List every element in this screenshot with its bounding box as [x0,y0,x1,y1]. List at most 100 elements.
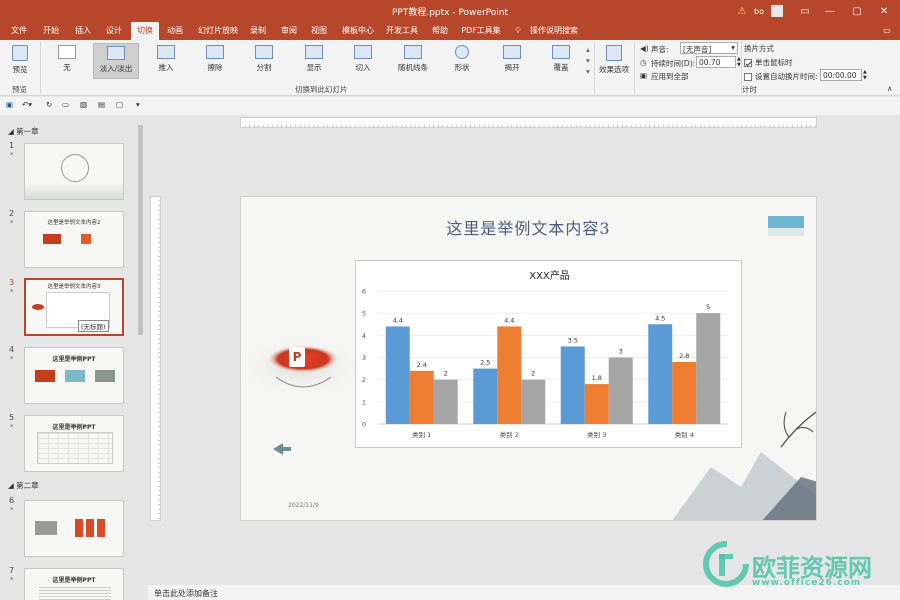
tab-slideshow[interactable]: 幻灯片放映 [196,22,240,40]
watermark-url: www.office26.com [752,578,862,588]
tab-animations[interactable]: 动画 [162,22,188,40]
slide-thumbnail-6[interactable] [24,500,124,557]
back-arrow-icon [273,443,291,455]
transitions-group-label: 切换到此幻灯片 [295,85,348,94]
arrow-left-icon [206,45,224,59]
slide-title[interactable]: 这里是举例文本内容3 [241,215,816,239]
sound-label: 声音: [651,45,669,54]
avatar[interactable] [770,3,784,19]
bar [385,326,410,424]
y-tick-label: 1 [362,398,366,406]
maximize-button[interactable]: ▢ [850,3,864,19]
transition-reveal[interactable]: 显示 [291,43,337,79]
tell-me-search[interactable]: 操作说明搜索 [527,22,581,40]
on-click-checkbox[interactable]: 单击鼠标时 [744,57,793,68]
ribbon-display-icon[interactable]: ▭ [798,3,812,19]
section-chapter-2[interactable]: ◢ 第二章 [8,480,39,491]
slide-number: 2 [9,209,15,218]
close-button[interactable]: ✕ [877,3,891,19]
chart-title: XXX产品 [529,269,570,282]
tab-home[interactable]: 开始 [38,22,64,40]
scrollbar-thumb[interactable] [138,125,143,335]
shape-icon[interactable]: ▢ [116,100,123,109]
slide-thumbnail-5[interactable]: 这里是举例PPT [24,415,124,472]
tab-record[interactable]: 录制 [245,22,271,40]
tab-file[interactable]: 文件 [6,22,32,40]
redo-icon[interactable]: ↻ [46,100,52,109]
present-icon[interactable]: ▭ [62,100,69,109]
slide-thumbnail-4[interactable]: 这里是举例PPT [24,347,124,404]
minimize-button[interactable]: — [823,3,837,19]
tab-design[interactable]: 设计 [101,22,127,40]
notes-placeholder[interactable]: 单击此处添加备注 [154,588,218,599]
after-checkbox[interactable]: 设置自动换片时间: [744,71,818,82]
cut-icon [354,45,372,59]
collapse-icon: ◢ [8,127,17,136]
transition-random-bars[interactable]: 随机线条 [390,43,436,79]
slide-thumbnail-3[interactable]: 这里是举例文本内容3 (无标题) [24,278,124,336]
tab-transitions[interactable]: 切换 [131,22,159,40]
transition-none-icon [58,45,76,59]
after-time-input[interactable]: 00:00.00 [820,69,862,81]
chart-container[interactable]: XXX产品 0 1 2 3 4 5 6 4.4 2.4 2 类别 1 2.5 4.4 2 类别 2 3.5 1.8… [355,260,742,448]
slides-pane: ◢ 第一章 1 * 2 * 这里是举例文本内容2 3 * 这里是举例文本内容3 … [0,115,148,600]
apply-to-all-button[interactable]: 应用到全部 [651,71,689,82]
slide-thumbnail-2[interactable]: 这里是举例文本内容2 [24,211,124,268]
duration-icon: ◷ [640,58,647,67]
tab-developer[interactable]: 开发工具 [383,22,421,40]
slide-number: 6 [9,496,15,505]
transition-marker: * [10,151,14,159]
slide-canvas[interactable]: P 这里是举例文本内容3 2022/11/9 XXX产品 0 1 2 3 4 5 6 4.4 2.… [240,196,817,521]
bar [560,346,585,424]
slide-thumbnail-7[interactable]: 这里是举例PPT [24,568,124,600]
slide-thumbnail-1[interactable] [24,143,124,200]
bar [584,384,609,424]
transition-marker: * [10,506,14,514]
transition-split[interactable]: 分割 [241,43,287,79]
undo-icon[interactable]: ↶▾ [22,100,32,109]
ruler-ticks [158,200,160,519]
reveal-icon [305,45,323,59]
picture-icon[interactable]: ▧ [80,100,87,109]
table-icon[interactable]: ▤ [98,100,105,109]
transition-cover[interactable]: 覆盖 [538,43,584,79]
tab-view[interactable]: 视图 [306,22,332,40]
save-icon[interactable]: ▣ [6,100,13,109]
bar [433,379,458,424]
after-time-spinner[interactable]: ▲ ▼ [863,69,867,81]
checkbox-unchecked-icon [744,73,752,81]
transition-cut[interactable]: 切入 [340,43,386,79]
x-tick-label: 类别 1 [412,430,431,439]
section-chapter-1[interactable]: ◢ 第一章 [8,126,39,137]
transition-uncover[interactable]: 揭开 [489,43,535,79]
preview-button[interactable]: 预览 [2,43,38,79]
transition-shape[interactable]: 形状 [439,43,485,79]
effect-options-button[interactable]: 效果选项 [596,43,632,79]
data-label: 5 [706,303,710,311]
comments-icon[interactable]: ▭ [880,22,894,40]
gallery-scroll[interactable]: ▴ ▾ ▾ [586,44,590,77]
sound-select[interactable]: [无声音] ▾ [680,42,738,54]
tab-review[interactable]: 审阅 [276,22,302,40]
transition-wipe[interactable]: 擦除 [192,43,238,79]
collapse-ribbon-icon[interactable]: ∧ [887,84,893,93]
tab-pdf-tools[interactable]: PDF工具集 [459,22,503,40]
bar-chart[interactable]: XXX产品 0 1 2 3 4 5 6 4.4 2.4 2 类别 1 2.5 4.4 2 类别 2 3.5 1.8… [356,261,743,449]
thumb-table [37,432,113,464]
customize-qat-icon[interactable]: ▾ [136,100,140,109]
sound-icon: ◀) [640,44,649,53]
slide-number: 7 [9,566,15,575]
y-tick-label: 6 [362,288,366,296]
duration-input[interactable]: 00.70 [696,56,736,68]
tab-insert[interactable]: 插入 [70,22,96,40]
tab-template-center[interactable]: 模板中心 [338,22,378,40]
bar [608,357,633,424]
transition-fade[interactable]: 淡入/淡出 [93,43,139,79]
user-name[interactable]: bo [752,3,766,19]
warning-icon[interactable]: ⚠ [735,3,749,19]
tab-help[interactable]: 帮助 [427,22,453,40]
transition-none[interactable]: 无 [44,43,90,79]
thumbnails-scrollbar[interactable] [137,119,144,599]
transition-push[interactable]: 推入 [143,43,189,79]
duration-label: 持续时间(D): [651,59,696,68]
